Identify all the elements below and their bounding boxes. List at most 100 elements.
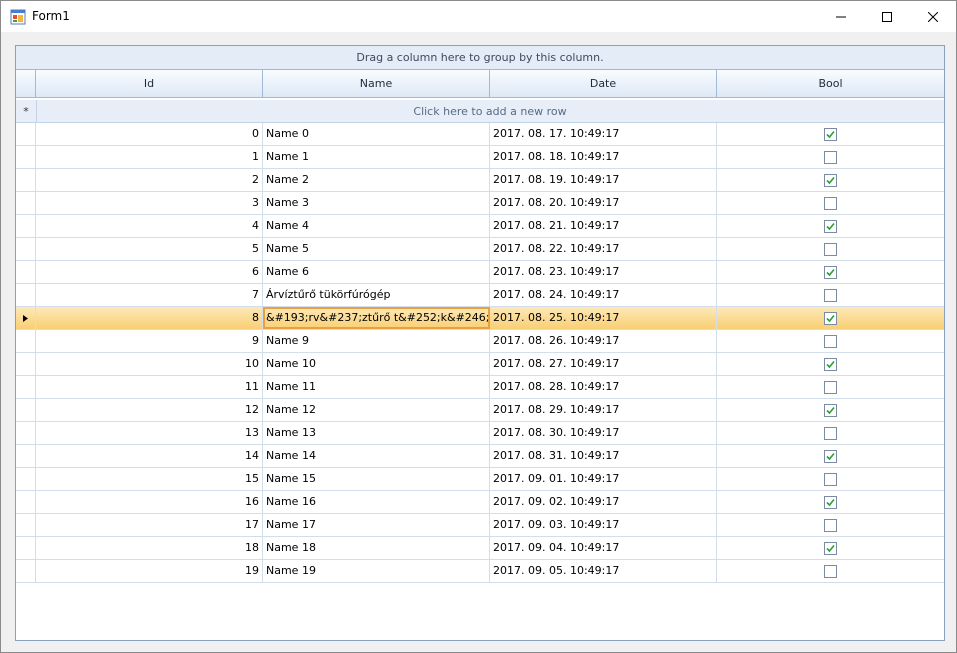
cell-bool[interactable] xyxy=(717,376,944,398)
cell-date[interactable]: 2017. 08. 19. 10:49:17 xyxy=(490,169,717,191)
bool-checkbox[interactable] xyxy=(824,564,837,578)
bool-checkbox[interactable] xyxy=(824,380,837,394)
table-row[interactable]: 15 Name 15 2017. 09. 01. 10:49:17 xyxy=(16,468,944,491)
table-row[interactable]: 7 Árvíztűrő tükörfúrógép 2017. 08. 24. 1… xyxy=(16,284,944,307)
bool-checkbox[interactable] xyxy=(824,403,837,417)
cell-id[interactable]: 3 xyxy=(36,192,263,214)
header-corner[interactable] xyxy=(16,70,36,98)
row-indicator[interactable] xyxy=(16,330,36,352)
row-indicator[interactable] xyxy=(16,169,36,191)
table-row[interactable]: 11 Name 11 2017. 08. 28. 10:49:17 xyxy=(16,376,944,399)
bool-checkbox[interactable] xyxy=(824,265,837,279)
cell-name[interactable]: Name 17 xyxy=(263,514,490,536)
row-indicator[interactable] xyxy=(16,445,36,467)
row-indicator[interactable] xyxy=(16,192,36,214)
cell-id[interactable]: 17 xyxy=(36,514,263,536)
bool-checkbox[interactable] xyxy=(824,357,837,371)
table-row[interactable]: 18 Name 18 2017. 09. 04. 10:49:17 xyxy=(16,537,944,560)
cell-id[interactable]: 2 xyxy=(36,169,263,191)
cell-date[interactable]: 2017. 09. 02. 10:49:17 xyxy=(490,491,717,513)
cell-name[interactable]: Name 15 xyxy=(263,468,490,490)
cell-date[interactable]: 2017. 08. 22. 10:49:17 xyxy=(490,238,717,260)
cell-bool[interactable] xyxy=(717,307,944,329)
table-row[interactable]: 5 Name 5 2017. 08. 22. 10:49:17 xyxy=(16,238,944,261)
table-row[interactable]: 19 Name 19 2017. 09. 05. 10:49:17 xyxy=(16,560,944,583)
row-indicator[interactable] xyxy=(16,284,36,306)
cell-name[interactable]: Name 18 xyxy=(263,537,490,559)
cell-id[interactable]: 7 xyxy=(36,284,263,306)
cell-id[interactable]: 19 xyxy=(36,560,263,582)
cell-bool[interactable] xyxy=(717,261,944,283)
cell-id[interactable]: 10 xyxy=(36,353,263,375)
bool-checkbox[interactable] xyxy=(824,426,837,440)
bool-checkbox[interactable] xyxy=(824,288,837,302)
row-indicator[interactable] xyxy=(16,123,36,145)
column-header-bool[interactable]: Bool xyxy=(717,70,944,98)
cell-bool[interactable] xyxy=(717,514,944,536)
cell-bool[interactable] xyxy=(717,192,944,214)
cell-id[interactable]: 14 xyxy=(36,445,263,467)
cell-name[interactable]: Name 9 xyxy=(263,330,490,352)
cell-id[interactable]: 18 xyxy=(36,537,263,559)
table-row[interactable]: 17 Name 17 2017. 09. 03. 10:49:17 xyxy=(16,514,944,537)
cell-bool[interactable] xyxy=(717,169,944,191)
cell-id[interactable]: 15 xyxy=(36,468,263,490)
cell-name[interactable]: Name 10 xyxy=(263,353,490,375)
cell-date[interactable]: 2017. 08. 28. 10:49:17 xyxy=(490,376,717,398)
cell-date[interactable]: 2017. 08. 18. 10:49:17 xyxy=(490,146,717,168)
cell-name[interactable]: Name 19 xyxy=(263,560,490,582)
cell-bool[interactable] xyxy=(717,468,944,490)
table-row[interactable]: 13 Name 13 2017. 08. 30. 10:49:17 xyxy=(16,422,944,445)
table-row[interactable]: 3 Name 3 2017. 08. 20. 10:49:17 xyxy=(16,192,944,215)
bool-checkbox[interactable] xyxy=(824,449,837,463)
bool-checkbox[interactable] xyxy=(824,219,837,233)
table-row[interactable]: 14 Name 14 2017. 08. 31. 10:49:17 xyxy=(16,445,944,468)
cell-bool[interactable] xyxy=(717,399,944,421)
cell-id[interactable]: 8 xyxy=(36,307,263,329)
bool-checkbox[interactable] xyxy=(824,472,837,486)
cell-name[interactable]: Name 5 xyxy=(263,238,490,260)
row-indicator[interactable] xyxy=(16,146,36,168)
bool-checkbox[interactable] xyxy=(824,311,837,325)
column-header-name[interactable]: Name xyxy=(263,70,490,98)
table-row[interactable]: 9 Name 9 2017. 08. 26. 10:49:17 xyxy=(16,330,944,353)
cell-name[interactable]: Name 6 xyxy=(263,261,490,283)
table-row[interactable]: 6 Name 6 2017. 08. 23. 10:49:17 xyxy=(16,261,944,284)
row-indicator[interactable] xyxy=(16,491,36,513)
bool-checkbox[interactable] xyxy=(824,495,837,509)
table-row[interactable]: 16 Name 16 2017. 09. 02. 10:49:17 xyxy=(16,491,944,514)
cell-date[interactable]: 2017. 08. 21. 10:49:17 xyxy=(490,215,717,237)
cell-bool[interactable] xyxy=(717,445,944,467)
column-header-date[interactable]: Date xyxy=(490,70,717,98)
bool-checkbox[interactable] xyxy=(824,541,837,555)
cell-name[interactable]: Name 4 xyxy=(263,215,490,237)
row-indicator[interactable] xyxy=(16,399,36,421)
cell-bool[interactable] xyxy=(717,537,944,559)
minimize-button[interactable] xyxy=(818,1,864,32)
row-indicator[interactable] xyxy=(16,261,36,283)
row-indicator[interactable] xyxy=(16,537,36,559)
cell-date[interactable]: 2017. 08. 25. 10:49:17 xyxy=(490,307,717,329)
cell-bool[interactable] xyxy=(717,491,944,513)
cell-name[interactable]: Name 1 xyxy=(263,146,490,168)
cell-id[interactable]: 0 xyxy=(36,123,263,145)
cell-id[interactable]: 16 xyxy=(36,491,263,513)
table-row[interactable]: 8 &#193;rv&#237;ztűrő t&#252;k&#246;rf&.… xyxy=(16,307,944,330)
row-indicator[interactable] xyxy=(16,238,36,260)
cell-bool[interactable] xyxy=(717,215,944,237)
data-grid[interactable]: Drag a column here to group by this colu… xyxy=(15,45,945,641)
cell-id[interactable]: 9 xyxy=(36,330,263,352)
cell-id[interactable]: 11 xyxy=(36,376,263,398)
cell-name[interactable]: Name 3 xyxy=(263,192,490,214)
cell-date[interactable]: 2017. 09. 04. 10:49:17 xyxy=(490,537,717,559)
maximize-button[interactable] xyxy=(864,1,910,32)
cell-bool[interactable] xyxy=(717,353,944,375)
cell-bool[interactable] xyxy=(717,422,944,444)
bool-checkbox[interactable] xyxy=(824,196,837,210)
cell-date[interactable]: 2017. 09. 01. 10:49:17 xyxy=(490,468,717,490)
cell-id[interactable]: 5 xyxy=(36,238,263,260)
table-row[interactable]: 4 Name 4 2017. 08. 21. 10:49:17 xyxy=(16,215,944,238)
cell-bool[interactable] xyxy=(717,238,944,260)
bool-checkbox[interactable] xyxy=(824,173,837,187)
row-indicator[interactable] xyxy=(16,422,36,444)
